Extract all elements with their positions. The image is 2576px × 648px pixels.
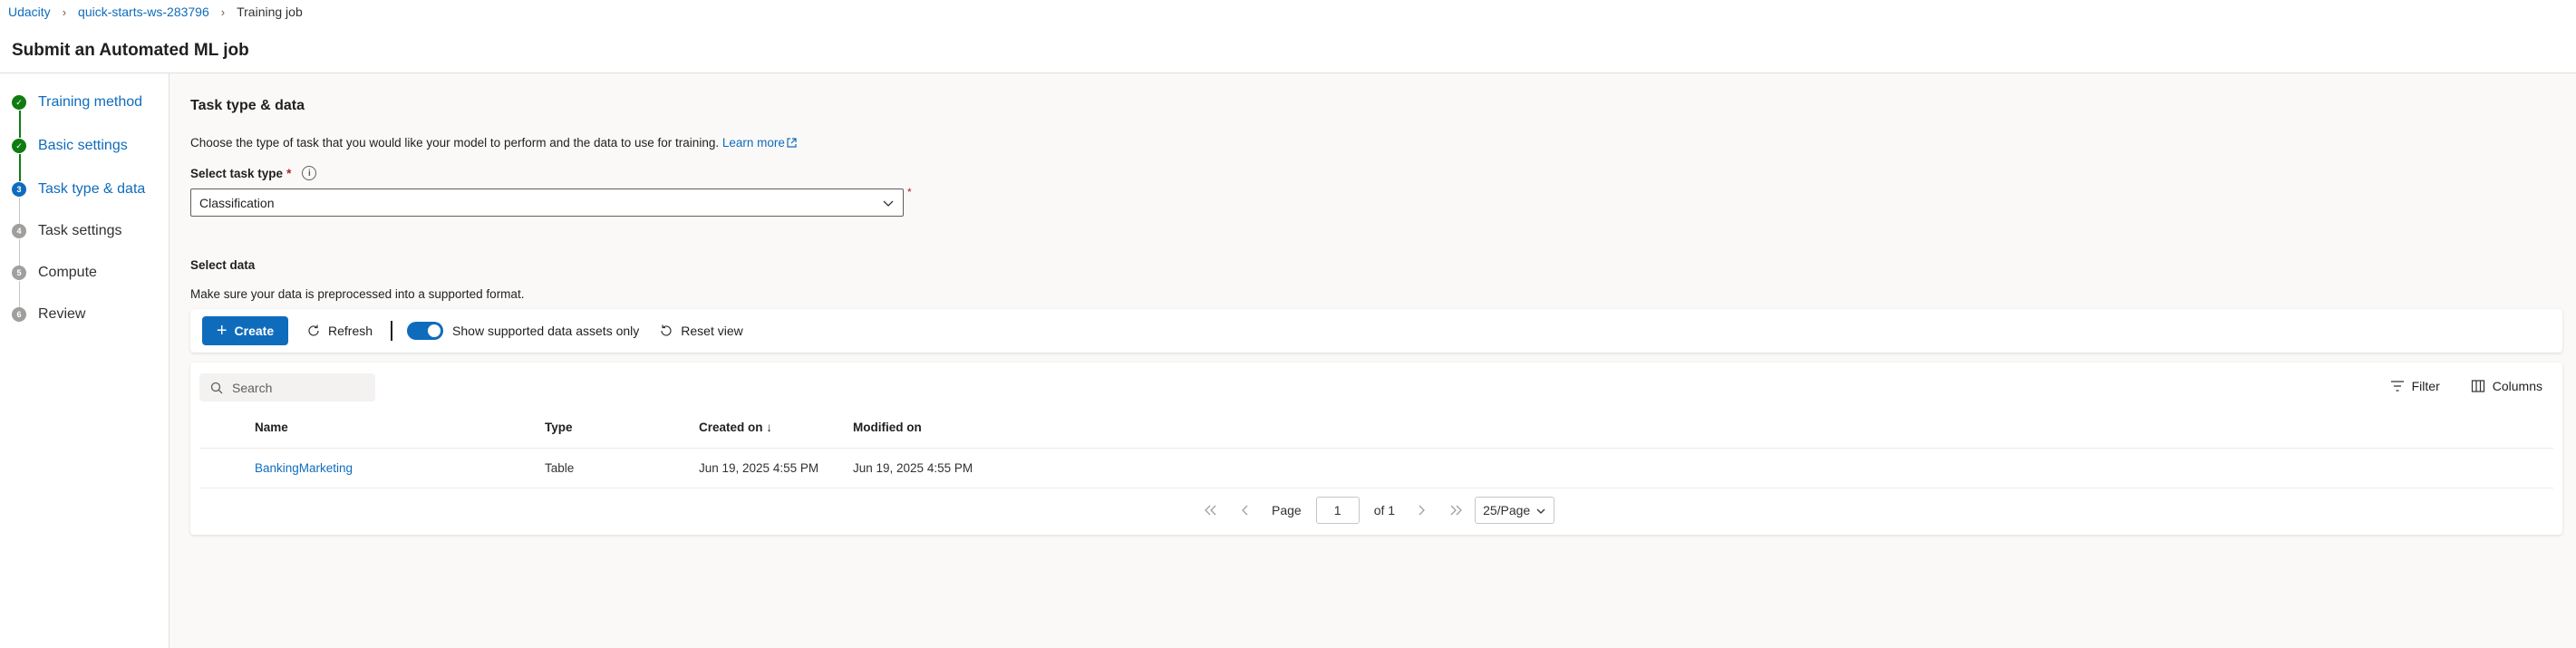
- row-type: Table: [545, 461, 575, 475]
- step-connector: [19, 281, 20, 308]
- section-description: Choose the type of task that you would l…: [190, 136, 797, 150]
- step-label[interactable]: Training method: [38, 94, 142, 111]
- page-size-value: 25/Page: [1483, 503, 1531, 517]
- column-header-type[interactable]: Type: [545, 421, 573, 434]
- info-icon[interactable]: i: [302, 166, 317, 180]
- row-name-link[interactable]: BankingMarketing: [255, 461, 353, 475]
- step-label[interactable]: Basic settings: [38, 138, 128, 154]
- create-button[interactable]: + Create: [202, 316, 288, 345]
- select-data-title: Select data: [190, 258, 256, 272]
- breadcrumb: Udacity › quick-starts-ws-283796 › Train…: [8, 4, 303, 20]
- breadcrumb-org-link[interactable]: Udacity: [8, 5, 51, 19]
- columns-icon: [2471, 380, 2484, 392]
- pagination: Page 1 of 1 25/Page: [1203, 497, 1555, 524]
- step-label: Review: [38, 306, 86, 322]
- required-mark: *: [286, 166, 292, 180]
- search-input[interactable]: Search: [199, 373, 375, 401]
- step-review: 6 Review: [12, 306, 85, 323]
- step-training-method[interactable]: ✓ Training method: [12, 94, 142, 111]
- required-mark: *: [907, 186, 912, 198]
- select-data-description: Make sure your data is preprocessed into…: [190, 287, 525, 301]
- content-area: [169, 73, 2576, 648]
- page-label: Page: [1272, 503, 1302, 517]
- step-number-badge: 6: [12, 307, 26, 322]
- checkmark-icon: ✓: [12, 95, 26, 110]
- next-page-icon[interactable]: [1417, 504, 1426, 517]
- page-size-dropdown[interactable]: 25/Page: [1475, 497, 1555, 524]
- data-toolbar: + Create Refresh Show supported data ass…: [190, 309, 2562, 353]
- task-type-label-text: Select task type: [190, 166, 284, 180]
- columns-button[interactable]: Columns: [2471, 379, 2542, 393]
- step-connector: [19, 111, 21, 138]
- reset-view-button[interactable]: Reset view: [659, 324, 743, 338]
- previous-page-icon[interactable]: [1241, 504, 1250, 517]
- refresh-button[interactable]: Refresh: [306, 324, 373, 338]
- row-divider: [199, 448, 2553, 449]
- filter-button[interactable]: Filter: [2390, 379, 2440, 393]
- task-type-value: Classification: [199, 195, 275, 210]
- filter-icon: [2390, 381, 2404, 392]
- page-number-input[interactable]: 1: [1315, 497, 1360, 524]
- plus-icon: +: [216, 321, 228, 341]
- task-type-label: Select task type * i: [190, 166, 317, 180]
- step-task-type-data[interactable]: 3 Task type & data: [12, 181, 145, 198]
- learn-more-link[interactable]: Learn more: [722, 136, 797, 150]
- column-header-modified[interactable]: Modified on: [853, 421, 922, 434]
- page-title: Submit an Automated ML job: [12, 41, 249, 60]
- reset-icon: [661, 324, 672, 336]
- create-label: Create: [234, 324, 275, 338]
- step-compute: 5 Compute: [12, 265, 97, 281]
- external-link-icon: [787, 138, 797, 148]
- column-header-created[interactable]: Created on ↓: [699, 421, 772, 434]
- step-connector: [19, 198, 20, 225]
- chevron-right-icon: ›: [220, 5, 226, 19]
- breadcrumb-current: Training job: [237, 5, 303, 19]
- chevron-right-icon: ›: [62, 5, 67, 19]
- row-created: Jun 19, 2025 4:55 PM: [699, 461, 819, 475]
- step-label: Compute: [38, 265, 97, 280]
- row-modified: Jun 19, 2025 4:55 PM: [853, 461, 973, 475]
- toolbar-divider: [391, 321, 393, 341]
- step-label[interactable]: Task type & data: [38, 181, 145, 198]
- step-label: Task settings: [38, 223, 122, 238]
- learn-more-label: Learn more: [721, 136, 785, 150]
- page-of-label: of 1: [1373, 503, 1396, 517]
- refresh-icon: [308, 324, 319, 336]
- filter-label: Filter: [2411, 379, 2440, 393]
- task-type-dropdown[interactable]: Classification: [190, 189, 904, 217]
- first-page-icon[interactable]: [1203, 504, 1219, 517]
- step-number-badge: 3: [12, 182, 26, 197]
- toggle-switch[interactable]: [407, 322, 444, 340]
- breadcrumb-workspace-link[interactable]: quick-starts-ws-283796: [78, 5, 209, 19]
- toggle-label: Show supported data assets only: [452, 324, 640, 338]
- columns-label: Columns: [2492, 379, 2542, 393]
- step-basic-settings[interactable]: ✓ Basic settings: [12, 138, 128, 154]
- search-icon: [210, 382, 223, 393]
- search-placeholder: Search: [232, 380, 273, 395]
- description-text: Choose the type of task that you would l…: [190, 136, 720, 150]
- step-number-badge: 5: [12, 266, 26, 280]
- refresh-label: Refresh: [328, 324, 373, 338]
- grid-actions: Filter Columns: [2359, 379, 2542, 393]
- step-connector: [19, 239, 20, 266]
- supported-assets-toggle[interactable]: Show supported data assets only: [407, 322, 639, 340]
- checkmark-icon: ✓: [12, 139, 26, 153]
- last-page-icon[interactable]: [1448, 504, 1464, 517]
- step-number-badge: 4: [12, 224, 26, 238]
- reset-view-label: Reset view: [681, 324, 743, 338]
- section-title: Task type & data: [190, 98, 305, 113]
- chevron-down-icon: [1536, 508, 1545, 514]
- step-task-settings: 4 Task settings: [12, 223, 121, 239]
- column-header-name[interactable]: Name: [255, 421, 288, 434]
- step-connector: [19, 154, 21, 181]
- chevron-down-icon: [883, 200, 894, 207]
